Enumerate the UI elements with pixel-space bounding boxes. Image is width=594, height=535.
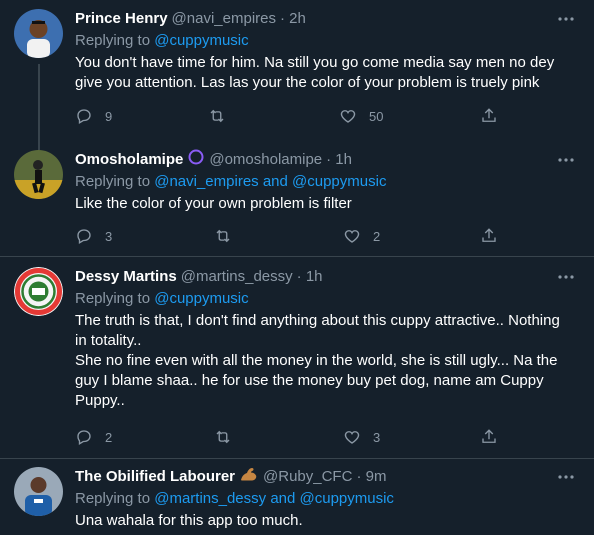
replying-to-line: Replying to @cuppymusic xyxy=(75,289,578,309)
display-name[interactable]: Dessy Martins xyxy=(75,267,177,287)
reply-count: 3 xyxy=(105,228,113,244)
tweet-header: Dessy Martins @martins_dessy · 1h xyxy=(75,267,578,287)
like-button[interactable]: 3 xyxy=(343,427,380,447)
user-handle[interactable]: @navi_empires xyxy=(172,9,276,29)
more-dots-icon[interactable] xyxy=(554,150,578,170)
more-dots-icon[interactable] xyxy=(554,267,578,287)
share-icon xyxy=(482,108,496,122)
reply-icon xyxy=(77,430,91,445)
retweet-button[interactable] xyxy=(214,226,244,246)
user-handle[interactable]: @Ruby_CFC xyxy=(263,467,352,487)
tweet-item[interactable]: The Obilified Labourer @Ruby_CFC · 9m Re… xyxy=(0,459,594,535)
share-button[interactable] xyxy=(480,427,498,447)
tweet-text: Like the color of your own problem is fi… xyxy=(75,195,352,212)
tweet-text: You don't have time for him. Na still yo… xyxy=(75,54,555,91)
replying-to-link[interactable]: @navi_empires and @cuppymusic xyxy=(154,173,386,190)
timestamp[interactable]: · 9m xyxy=(356,467,386,487)
tweet-header: The Obilified Labourer @Ruby_CFC · 9m xyxy=(75,467,578,487)
like-count: 50 xyxy=(369,108,384,124)
more-dots-icon[interactable] xyxy=(554,467,578,487)
replying-to-link[interactable]: @cuppymusic xyxy=(154,32,248,49)
heart-icon xyxy=(344,230,360,243)
avatar[interactable] xyxy=(14,267,63,316)
share-button[interactable] xyxy=(480,226,498,246)
like-button[interactable]: 50 xyxy=(339,106,383,126)
replying-to-link[interactable]: @martins_dessy and @cuppymusic xyxy=(154,490,394,507)
like-button[interactable]: 2 xyxy=(343,226,380,246)
replying-prefix: Replying to xyxy=(75,173,155,190)
retweet-icon xyxy=(216,430,230,444)
purple-circle-icon xyxy=(187,148,205,172)
display-name[interactable]: The Obilified Labourer xyxy=(75,467,235,487)
replying-to-line: Replying to @cuppymusic xyxy=(75,31,578,51)
tweet-item[interactable]: Prince Henry @navi_empires · 2h Replying… xyxy=(0,0,594,140)
tweet-actions: 2 3 xyxy=(75,427,515,447)
display-name[interactable]: Prince Henry xyxy=(75,9,168,29)
retweet-icon xyxy=(210,109,224,123)
more-dots-icon[interactable] xyxy=(554,9,578,29)
tweet-actions: 9 50 xyxy=(75,106,515,126)
avatar[interactable] xyxy=(14,150,63,199)
tweet-actions: 3 2 xyxy=(75,226,515,246)
user-handle[interactable]: @martins_dessy xyxy=(181,267,293,287)
display-name[interactable]: Omosholamipe xyxy=(75,150,183,170)
tweet-item[interactable]: Omosholamipe @omosholamipe · 1h Replying… xyxy=(0,140,594,255)
reply-count: 2 xyxy=(105,429,113,445)
heart-icon xyxy=(340,110,356,123)
retweet-button[interactable] xyxy=(208,106,238,126)
avatar[interactable] xyxy=(14,9,63,58)
reply-icon xyxy=(77,109,91,124)
retweet-button[interactable] xyxy=(214,427,244,447)
share-icon xyxy=(482,429,496,443)
share-icon xyxy=(482,228,496,242)
like-count: 2 xyxy=(373,228,381,244)
user-handle[interactable]: @omosholamipe xyxy=(209,150,322,170)
reply-button[interactable]: 2 xyxy=(75,427,112,447)
replying-to-line: Replying to @navi_empires and @cuppymusi… xyxy=(75,172,578,192)
tweet-header: Prince Henry @navi_empires · 2h xyxy=(75,9,578,29)
replying-prefix: Replying to xyxy=(75,32,155,49)
replying-prefix: Replying to xyxy=(75,290,155,307)
avatar[interactable] xyxy=(14,467,63,516)
replying-to-link[interactable]: @cuppymusic xyxy=(154,290,248,307)
tweet-header: Omosholamipe @omosholamipe · 1h xyxy=(75,148,578,172)
tweet-item[interactable]: Dessy Martins @martins_dessy · 1h Replyi… xyxy=(0,257,594,457)
timestamp[interactable]: · 1h xyxy=(297,267,323,287)
share-button[interactable] xyxy=(480,106,498,126)
reply-button[interactable]: 9 xyxy=(75,106,112,126)
reply-icon xyxy=(77,229,91,244)
replying-to-line: Replying to @martins_dessy and @cuppymus… xyxy=(75,489,578,509)
reply-count: 9 xyxy=(105,108,113,124)
replying-prefix: Replying to xyxy=(75,490,155,507)
tweet-text: Una wahala for this app too much. xyxy=(75,512,303,529)
timestamp[interactable]: · 2h xyxy=(280,9,306,29)
reply-button[interactable]: 3 xyxy=(75,226,112,246)
heart-icon xyxy=(344,431,360,444)
flexed-bicep-icon xyxy=(239,465,259,489)
retweet-icon xyxy=(216,229,230,243)
timestamp[interactable]: · 1h xyxy=(326,150,352,170)
like-count: 3 xyxy=(373,429,381,445)
tweet-text: The truth is that, I don't find anything… xyxy=(75,312,560,409)
